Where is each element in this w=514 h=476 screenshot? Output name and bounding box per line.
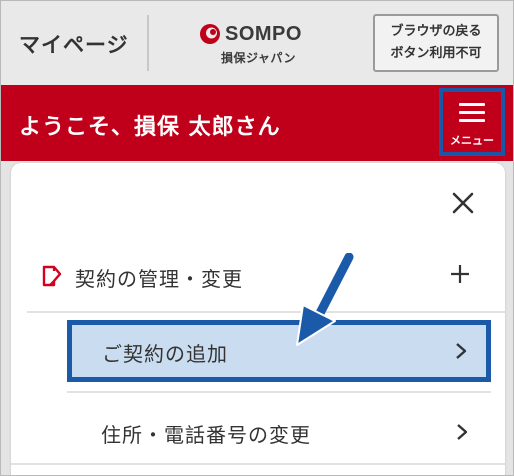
menu-panel: 契約の管理・変更 ご契約の追加 住所・電話番号の変更 — [11, 163, 505, 475]
arrow-pointer-icon — [296, 253, 354, 346]
menu-item-label: ご契約の追加 — [102, 342, 228, 366]
welcome-message: ようこそ、損保 太郎さん — [19, 115, 281, 140]
sompo-logo-icon — [200, 24, 220, 44]
menu-item-add-contract[interactable]: ご契約の追加 — [67, 320, 491, 382]
browser-note-line2: ボタン利用不可 — [390, 46, 482, 61]
top-header: マイページ SOMPO 損保ジャパン ブラウザの戻る ボタン利用不可 — [1, 1, 513, 85]
browser-note-line1: ブラウザの戻る — [390, 24, 482, 39]
logo-text-jp: 損保ジャパン — [221, 51, 297, 65]
hamburger-icon — [459, 103, 485, 127]
menu-item-label: 住所・電話番号の変更 — [101, 423, 311, 447]
contract-icon — [42, 265, 62, 287]
close-button[interactable] — [447, 187, 479, 219]
menu-item-address-change[interactable]: 住所・電話番号の変更 — [67, 397, 491, 459]
chevron-right-icon — [457, 424, 468, 440]
menu-section-label: 契約の管理・変更 — [75, 267, 243, 291]
divider — [11, 463, 505, 465]
chevron-right-icon — [456, 343, 467, 359]
close-icon — [452, 192, 474, 214]
menu-button[interactable]: メニュー — [433, 85, 513, 161]
mypage-link[interactable]: マイページ — [19, 29, 129, 59]
logo-text-en: SOMPO — [225, 23, 302, 45]
welcome-bar: ようこそ、損保 太郎さん メニュー — [1, 85, 513, 161]
divider — [67, 391, 491, 393]
app-frame: マイページ SOMPO 損保ジャパン ブラウザの戻る ボタン利用不可 ようこそ、… — [0, 0, 514, 476]
divider — [27, 311, 505, 313]
header-divider — [147, 15, 149, 71]
plus-icon[interactable] — [449, 263, 471, 285]
menu-button-label: メニュー — [450, 134, 494, 147]
menu-section-contract[interactable]: 契約の管理・変更 — [11, 255, 505, 313]
sompo-logo[interactable]: SOMPO 損保ジャパン — [199, 21, 329, 69]
menu-button-highlight[interactable]: メニュー — [439, 88, 505, 156]
browser-back-notice: ブラウザの戻る ボタン利用不可 — [373, 14, 499, 72]
